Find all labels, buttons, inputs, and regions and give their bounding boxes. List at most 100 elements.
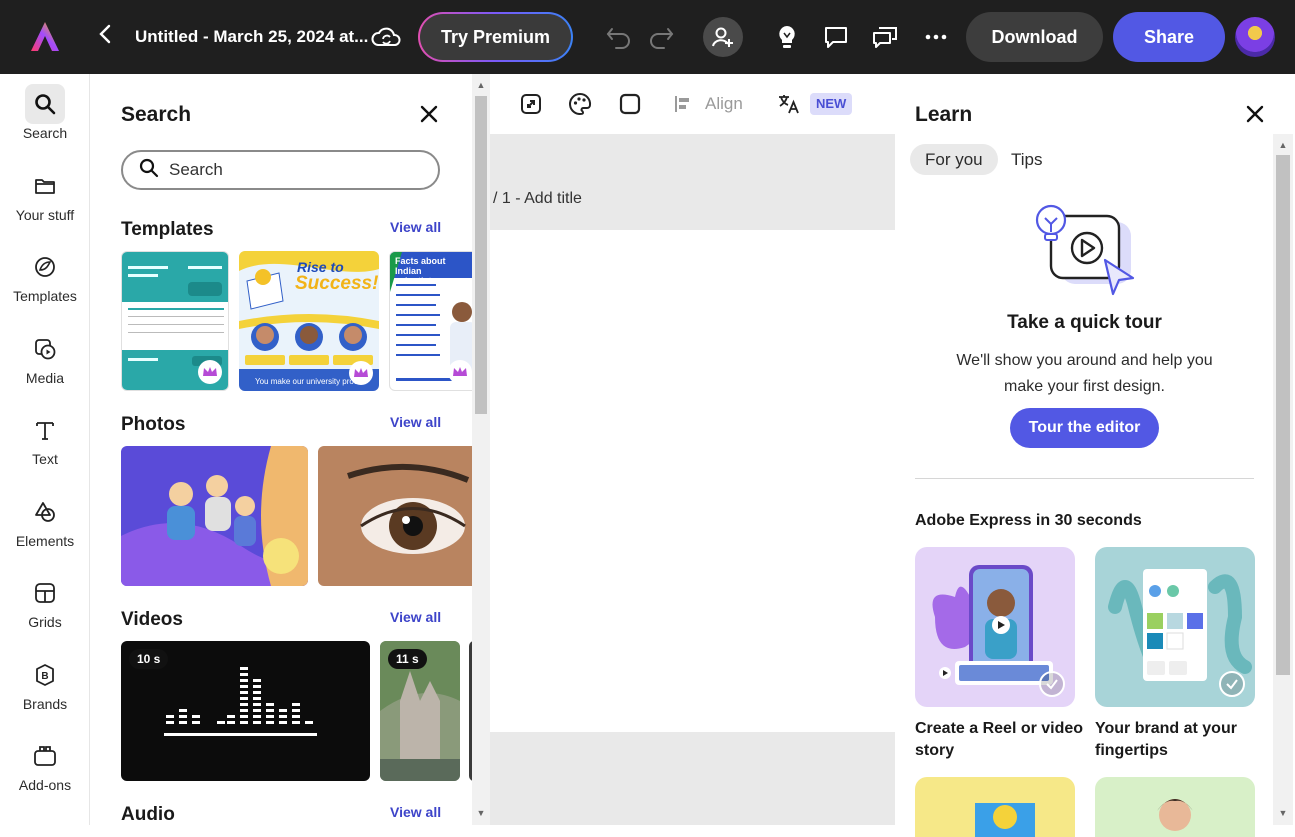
search-field[interactable] xyxy=(121,150,440,190)
rail-label: Media xyxy=(25,370,65,386)
template-thumbnail[interactable]: Facts about Indian scientists xyxy=(389,251,472,391)
media-icon xyxy=(25,329,65,369)
photos-view-all-link[interactable]: View all xyxy=(390,414,441,430)
templates-icon xyxy=(25,247,65,287)
learn-panel: Learn For you Tips Take a quick tour We'… xyxy=(895,74,1295,837)
learn-title: Learn xyxy=(915,103,973,126)
text-icon xyxy=(25,410,65,450)
try-premium-button[interactable]: Try Premium xyxy=(418,12,573,62)
video-duration-badge: 11 s xyxy=(388,649,427,669)
rail-label: Text xyxy=(32,451,58,467)
learn-card-brand[interactable] xyxy=(1095,547,1255,707)
rail-item-grids[interactable]: Grids xyxy=(0,573,90,630)
panel-scrollbar[interactable]: ▲ ▼ xyxy=(472,74,490,825)
translate-icon[interactable] xyxy=(777,92,801,116)
rail-label: Grids xyxy=(28,614,62,630)
scroll-up-arrow-icon[interactable]: ▲ xyxy=(476,80,486,90)
rail-item-text[interactable]: Text xyxy=(0,410,90,467)
comments-multi-icon[interactable] xyxy=(870,22,900,52)
back-chevron-icon[interactable] xyxy=(94,24,116,50)
photo-thumbnail[interactable] xyxy=(121,446,308,586)
document-title[interactable]: Untitled - March 25, 2024 at... xyxy=(135,27,368,47)
share-button[interactable]: Share xyxy=(1113,12,1225,62)
template-footer-text: You make our university proud xyxy=(255,377,363,386)
template-thumbnail[interactable]: Rise to Success! You make our university… xyxy=(239,251,379,391)
rail-item-elements[interactable]: Elements xyxy=(0,492,90,549)
rail-item-addons[interactable]: Add-ons xyxy=(0,736,90,793)
folder-icon xyxy=(25,166,65,206)
rail-label: Search xyxy=(22,125,68,141)
learn-scrollbar[interactable]: ▲ ▼ xyxy=(1273,134,1293,825)
scroll-down-arrow-icon[interactable]: ▼ xyxy=(476,808,486,818)
photo-thumbnail[interactable] xyxy=(318,446,472,586)
learn-card-reel[interactable] xyxy=(915,547,1075,707)
canvas-toolbar: Align NEW xyxy=(490,74,895,134)
rail-item-brands[interactable]: B Brands xyxy=(0,655,90,712)
new-badge: NEW xyxy=(810,93,853,115)
cloud-sync-icon[interactable] xyxy=(370,23,402,51)
audio-view-all-link[interactable]: View all xyxy=(390,804,441,820)
download-button[interactable]: Download xyxy=(966,12,1103,62)
checkmark-icon xyxy=(1039,671,1065,697)
learn-card[interactable] xyxy=(915,777,1075,837)
page-title-label[interactable]: / 1 - Add title xyxy=(493,190,582,208)
align-label[interactable]: Align xyxy=(705,94,743,114)
premium-crown-icon xyxy=(198,360,222,384)
video-duration-badge: 10 s xyxy=(129,649,169,669)
close-icon[interactable] xyxy=(418,103,440,125)
tour-title: Take a quick tour xyxy=(1007,312,1162,333)
video-thumbnail[interactable]: 10 s xyxy=(121,641,370,781)
tab-tips[interactable]: Tips xyxy=(996,144,1058,175)
audio-heading: Audio xyxy=(121,804,175,825)
tour-illustration xyxy=(1031,202,1141,302)
search-input[interactable] xyxy=(169,160,409,180)
rail-label: Add-ons xyxy=(18,777,72,793)
search-panel: Search Templates View all xyxy=(91,74,472,825)
more-icon[interactable] xyxy=(921,22,951,52)
user-avatar[interactable] xyxy=(1235,17,1275,57)
left-rail: Search Your stuff Templates Media Text E… xyxy=(0,74,90,825)
photos-heading: Photos xyxy=(121,414,186,435)
video-thumbnail[interactable]: 11 s xyxy=(380,641,460,781)
videos-view-all-link[interactable]: View all xyxy=(390,609,441,625)
elements-icon xyxy=(25,492,65,532)
design-page[interactable] xyxy=(490,230,895,732)
section-heading: Adobe Express in 30 seconds xyxy=(915,512,1142,529)
rail-item-your-stuff[interactable]: Your stuff xyxy=(0,166,90,223)
template-thumbnail[interactable] xyxy=(121,251,229,391)
rail-item-media[interactable]: Media xyxy=(0,329,90,386)
align-icon[interactable] xyxy=(671,92,695,116)
checkmark-icon xyxy=(1219,671,1245,697)
tour-editor-button[interactable]: Tour the editor xyxy=(1010,408,1159,448)
templates-view-all-link[interactable]: View all xyxy=(390,219,441,235)
undo-icon[interactable] xyxy=(604,22,634,52)
color-palette-icon[interactable] xyxy=(568,92,592,116)
premium-crown-icon xyxy=(349,361,373,385)
comment-icon[interactable] xyxy=(821,22,851,52)
top-bar: Untitled - March 25, 2024 at... Try Prem… xyxy=(0,0,1295,74)
search-icon xyxy=(25,84,65,124)
tab-for-you[interactable]: For you xyxy=(910,144,998,175)
close-icon[interactable] xyxy=(1244,103,1266,125)
scroll-down-arrow-icon[interactable]: ▼ xyxy=(1278,808,1288,818)
resize-icon[interactable] xyxy=(519,92,543,116)
rail-label: Your stuff xyxy=(15,207,75,223)
lightbulb-icon[interactable] xyxy=(772,22,802,52)
adobe-express-logo[interactable] xyxy=(28,20,62,54)
invite-person-icon[interactable] xyxy=(703,17,743,57)
premium-crown-icon xyxy=(448,360,472,384)
redo-icon[interactable] xyxy=(646,22,676,52)
rail-item-search[interactable]: Search xyxy=(0,84,90,141)
rail-item-templates[interactable]: Templates xyxy=(0,247,90,304)
scrollbar-thumb[interactable] xyxy=(1276,155,1290,675)
learn-card-label[interactable]: Create a Reel or video story xyxy=(915,718,1085,762)
rail-label: Brands xyxy=(22,696,68,712)
learn-card-label[interactable]: Your brand at your fingertips xyxy=(1095,718,1265,762)
background-shape-icon[interactable] xyxy=(618,92,642,116)
scroll-up-arrow-icon[interactable]: ▲ xyxy=(1278,140,1288,150)
svg-text:B: B xyxy=(41,671,48,682)
rail-label: Templates xyxy=(13,288,77,304)
learn-card[interactable] xyxy=(1095,777,1255,837)
scrollbar-thumb[interactable] xyxy=(475,96,487,414)
canvas-area: Align NEW / 1 - Add title xyxy=(490,74,895,825)
